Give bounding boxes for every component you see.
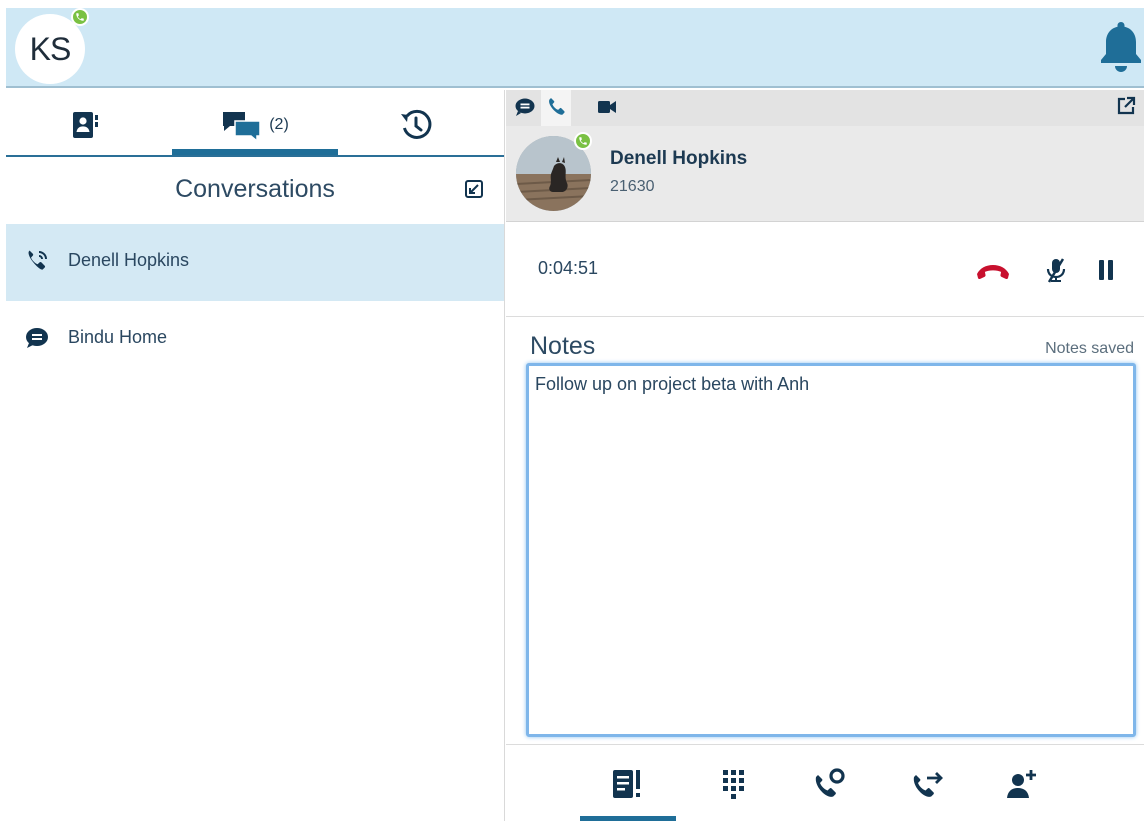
contact-extension: 21630 bbox=[610, 178, 655, 195]
call-park-icon[interactable] bbox=[813, 767, 847, 801]
user-initials: KS bbox=[29, 31, 72, 67]
contact-presence-on-call-icon bbox=[574, 132, 592, 150]
contact-name: Denell Hopkins bbox=[610, 148, 748, 169]
conversation-label: Bindu Home bbox=[68, 327, 168, 347]
user-avatar[interactable]: KS bbox=[15, 8, 89, 84]
active-action-indicator bbox=[580, 816, 676, 821]
conversation-item-denell-hopkins[interactable]: Denell Hopkins bbox=[6, 224, 504, 301]
notes-status: Notes saved bbox=[1045, 340, 1134, 357]
notes-textarea[interactable] bbox=[526, 363, 1136, 737]
hang-up-icon[interactable] bbox=[974, 255, 1012, 285]
chat-bubbles-icon bbox=[223, 112, 261, 141]
external-link-icon[interactable] bbox=[1116, 96, 1136, 116]
tab-history[interactable] bbox=[376, 100, 456, 150]
call-actions-bar bbox=[506, 744, 1144, 821]
chat-icon bbox=[26, 328, 48, 348]
chat-count-badge: (2) bbox=[269, 116, 289, 133]
mute-microphone-icon[interactable] bbox=[1041, 255, 1071, 285]
presence-on-call-icon bbox=[71, 8, 89, 26]
left-panel: (2) Conversations Denell Hopkins Bindu H… bbox=[6, 90, 505, 821]
right-panel: Denell Hopkins 21630 0:04:51 Notes Notes… bbox=[506, 90, 1144, 821]
bell-icon[interactable] bbox=[1098, 18, 1144, 78]
popout-icon[interactable] bbox=[464, 179, 484, 199]
add-participant-icon[interactable] bbox=[1004, 767, 1038, 801]
notes-label: Notes bbox=[530, 332, 596, 360]
contact-book-icon bbox=[73, 112, 98, 138]
chat-icon[interactable] bbox=[514, 96, 536, 118]
history-clock-icon bbox=[401, 109, 432, 139]
conversation-label: Denell Hopkins bbox=[68, 250, 190, 270]
left-tabs: (2) bbox=[6, 90, 504, 157]
contact-header: Denell Hopkins 21630 bbox=[506, 126, 1144, 222]
notes-icon[interactable] bbox=[610, 767, 644, 801]
dialpad-icon[interactable] bbox=[717, 767, 751, 801]
phone-icon[interactable] bbox=[546, 96, 568, 118]
call-controls-bar: 0:04:51 bbox=[506, 222, 1144, 317]
transfer-call-icon[interactable] bbox=[911, 767, 945, 801]
tab-chats[interactable]: (2) bbox=[172, 100, 338, 150]
phone-call-icon bbox=[28, 250, 47, 270]
conversations-title: Conversations bbox=[175, 175, 335, 203]
active-tab-indicator bbox=[172, 149, 338, 155]
mode-bar bbox=[506, 90, 1144, 126]
conversation-item-bindu-home[interactable]: Bindu Home bbox=[6, 301, 504, 378]
call-timer: 0:04:51 bbox=[538, 258, 599, 278]
conversations-header: Conversations bbox=[6, 157, 504, 224]
top-bar: KS bbox=[6, 8, 1144, 88]
video-icon[interactable] bbox=[596, 96, 618, 118]
tab-contacts[interactable] bbox=[46, 100, 126, 150]
hold-pause-icon[interactable] bbox=[1091, 255, 1121, 285]
